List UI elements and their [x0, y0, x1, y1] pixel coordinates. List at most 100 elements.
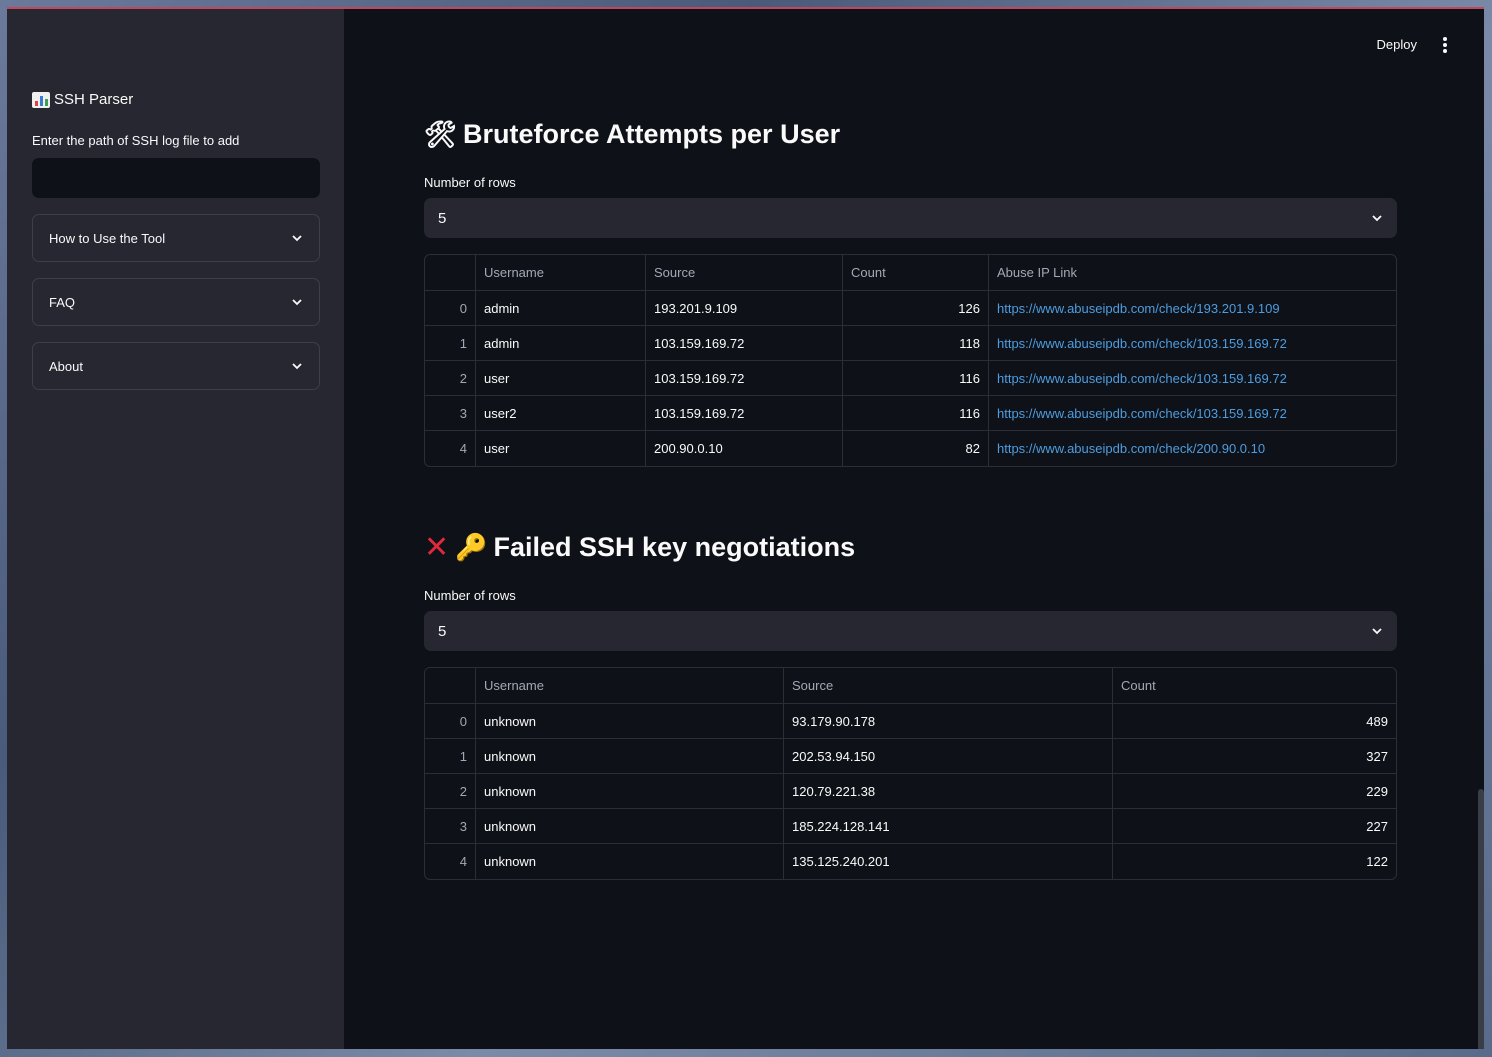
cell-count[interactable]: 227 [1113, 809, 1396, 844]
bruteforce-rows-label: Number of rows [424, 175, 516, 190]
main-content: Deploy 🛠 Bruteforce Attempts per User Nu… [344, 9, 1484, 1049]
table-row: 0 admin 193.201.9.109 126 https://www.ab… [425, 291, 1396, 326]
expander-label: FAQ [49, 294, 76, 310]
cell-source[interactable]: 135.125.240.201 [784, 844, 1113, 879]
cell-source[interactable]: 103.159.169.72 [646, 361, 843, 396]
table-row: 4 user 200.90.0.10 82 https://www.abusei… [425, 431, 1396, 466]
cell-abuse-link[interactable]: https://www.abuseipdb.com/check/103.159.… [989, 361, 1396, 396]
bar-chart-icon [32, 91, 50, 108]
select-value: 5 [438, 209, 447, 227]
cell-username[interactable]: user [476, 361, 646, 396]
bruteforce-title: Bruteforce Attempts per User [463, 119, 841, 149]
failed-keys-table: Username Source Count 0 unknown 93.179.9… [424, 667, 1397, 880]
app-window: SSH Parser Enter the path of SSH log fil… [7, 7, 1484, 1049]
failed-keys-heading: ✕ 🔑 Failed SSH key negotiations [424, 532, 855, 563]
cross-mark-icon: ✕ [424, 530, 450, 564]
column-header[interactable]: Username [476, 668, 784, 704]
failed-keys-rows-select[interactable]: 5 [424, 611, 1397, 651]
cell-count[interactable]: 229 [1113, 774, 1396, 809]
table-row: 4 unknown 135.125.240.201 122 [425, 844, 1396, 879]
chevron-down-icon [292, 235, 302, 242]
cell-username[interactable]: user2 [476, 396, 646, 431]
log-path-label: Enter the path of SSH log file to add [32, 133, 240, 148]
failed-keys-title: Failed SSH key negotiations [493, 532, 856, 562]
cell-source[interactable]: 120.79.221.38 [784, 774, 1113, 809]
row-index: 0 [425, 704, 476, 739]
expander-about[interactable]: About [32, 342, 320, 390]
row-index: 4 [425, 431, 476, 466]
select-value: 5 [438, 622, 447, 640]
cell-username[interactable]: unknown [476, 774, 784, 809]
bruteforce-rows-select[interactable]: 5 [424, 198, 1397, 238]
scrollbar[interactable] [1478, 789, 1484, 1049]
cell-source[interactable]: 200.90.0.10 [646, 431, 843, 466]
index-header [425, 668, 476, 704]
cell-source[interactable]: 202.53.94.150 [784, 739, 1113, 774]
table-row: 2 unknown 120.79.221.38 229 [425, 774, 1396, 809]
column-header[interactable]: Count [1113, 668, 1396, 704]
cell-abuse-link[interactable]: https://www.abuseipdb.com/check/200.90.0… [989, 431, 1396, 466]
chevron-down-icon [1372, 215, 1382, 222]
row-index: 1 [425, 326, 476, 361]
cell-count[interactable]: 82 [843, 431, 989, 466]
cell-username[interactable]: unknown [476, 844, 784, 879]
table-row: 3 user2 103.159.169.72 116 https://www.a… [425, 396, 1396, 431]
table-row: 1 admin 103.159.169.72 118 https://www.a… [425, 326, 1396, 361]
cell-count[interactable]: 122 [1113, 844, 1396, 879]
cell-source[interactable]: 185.224.128.141 [784, 809, 1113, 844]
column-header[interactable]: Username [476, 255, 646, 291]
key-icon: 🔑 [455, 532, 488, 562]
cell-username[interactable]: admin [476, 291, 646, 326]
row-index: 3 [425, 809, 476, 844]
bruteforce-table: Username Source Count Abuse IP Link 0 ad… [424, 254, 1397, 467]
cell-source[interactable]: 103.159.169.72 [646, 396, 843, 431]
row-index: 2 [425, 774, 476, 809]
column-header[interactable]: Count [843, 255, 989, 291]
chevron-down-icon [292, 363, 302, 370]
sidebar-title: SSH Parser [32, 91, 133, 108]
cell-username[interactable]: unknown [476, 704, 784, 739]
cell-count[interactable]: 489 [1113, 704, 1396, 739]
cell-source[interactable]: 93.179.90.178 [784, 704, 1113, 739]
index-header [425, 255, 476, 291]
chevron-down-icon [1372, 628, 1382, 635]
failed-keys-rows-label: Number of rows [424, 588, 516, 603]
chevron-down-icon [292, 299, 302, 306]
cell-abuse-link[interactable]: https://www.abuseipdb.com/check/103.159.… [989, 396, 1396, 431]
cell-abuse-link[interactable]: https://www.abuseipdb.com/check/193.201.… [989, 291, 1396, 326]
cell-count[interactable]: 116 [843, 396, 989, 431]
sidebar-title-text: SSH Parser [54, 91, 134, 108]
cell-username[interactable]: admin [476, 326, 646, 361]
expander-how-to-use[interactable]: How to Use the Tool [32, 214, 320, 262]
table-row: 1 unknown 202.53.94.150 327 [425, 739, 1396, 774]
column-header[interactable]: Source [646, 255, 843, 291]
cell-source[interactable]: 193.201.9.109 [646, 291, 843, 326]
log-path-input[interactable] [32, 158, 320, 198]
cell-count[interactable]: 116 [843, 361, 989, 396]
table-row: 0 unknown 93.179.90.178 489 [425, 704, 1396, 739]
expander-label: About [49, 358, 83, 374]
cell-abuse-link[interactable]: https://www.abuseipdb.com/check/103.159.… [989, 326, 1396, 361]
expander-label: How to Use the Tool [49, 230, 166, 246]
column-header[interactable]: Source [784, 668, 1113, 704]
row-index: 0 [425, 291, 476, 326]
expander-faq[interactable]: FAQ [32, 278, 320, 326]
bruteforce-heading: 🛠 Bruteforce Attempts per User [424, 119, 840, 150]
deploy-button[interactable]: Deploy [1377, 37, 1417, 52]
cell-count[interactable]: 118 [843, 326, 989, 361]
cell-username[interactable]: unknown [476, 809, 784, 844]
cell-username[interactable]: user [476, 431, 646, 466]
column-header[interactable]: Abuse IP Link [989, 255, 1396, 291]
table-row: 2 user 103.159.169.72 116 https://www.ab… [425, 361, 1396, 396]
table-header-row: Username Source Count Abuse IP Link [425, 255, 1396, 291]
row-index: 1 [425, 739, 476, 774]
cell-count[interactable]: 327 [1113, 739, 1396, 774]
table-header-row: Username Source Count [425, 668, 1396, 704]
main-menu-icon[interactable] [1442, 37, 1448, 53]
cell-username[interactable]: unknown [476, 739, 784, 774]
cell-count[interactable]: 126 [843, 291, 989, 326]
table-row: 3 unknown 185.224.128.141 227 [425, 809, 1396, 844]
cell-source[interactable]: 103.159.169.72 [646, 326, 843, 361]
sidebar: SSH Parser Enter the path of SSH log fil… [7, 9, 344, 1049]
row-index: 3 [425, 396, 476, 431]
